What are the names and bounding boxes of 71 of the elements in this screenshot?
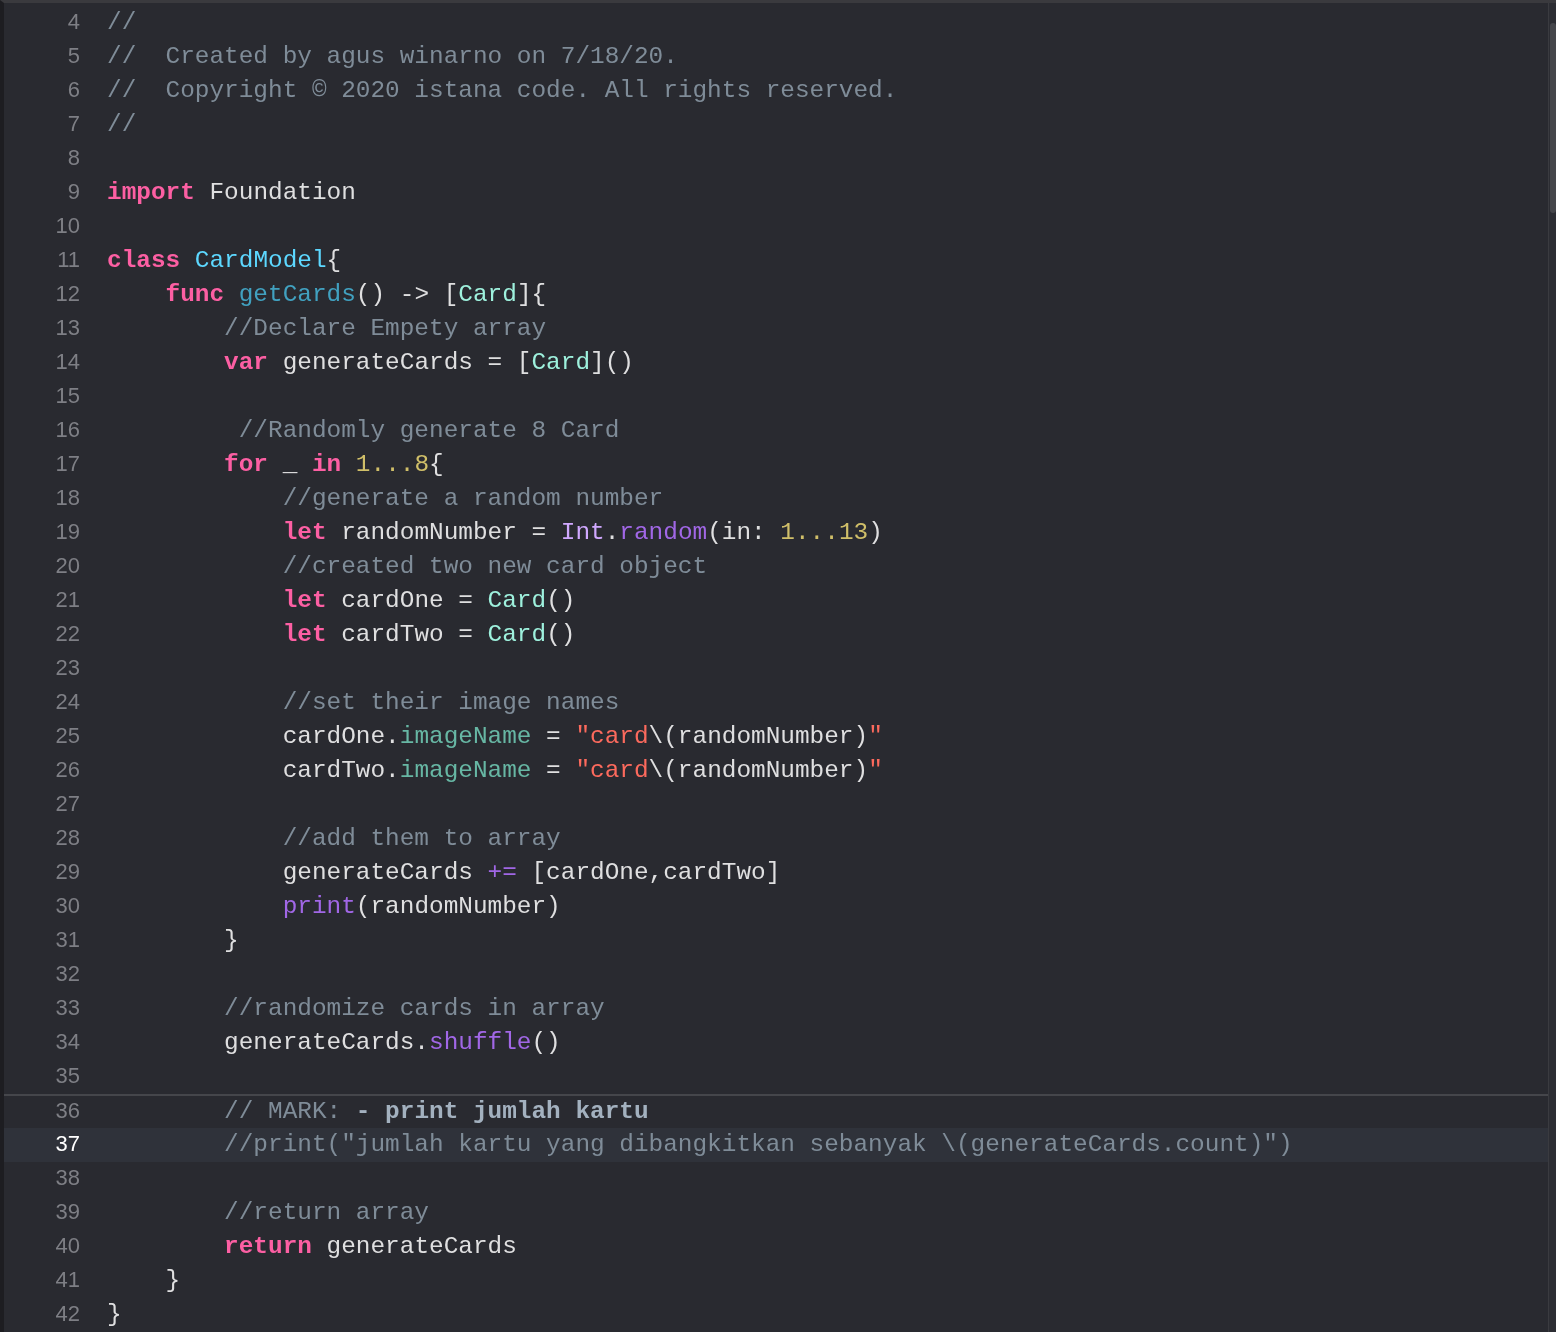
line-number: 24 [54, 691, 80, 715]
line-number: 36 [54, 1100, 80, 1124]
line-number: 26 [54, 759, 80, 783]
code-line: } [164, 1268, 181, 1294]
line-number: 30 [54, 895, 80, 919]
line-number: 7 [66, 113, 80, 137]
line-number: 11 [56, 249, 80, 273]
line-number: 28 [54, 827, 80, 851]
line-number: 5 [66, 45, 80, 69]
line-number: 38 [54, 1167, 80, 1191]
line-number: 14 [54, 351, 80, 375]
line-number: 8 [66, 147, 80, 171]
code-line: // Copyright © 2020 istana code. All rights reserved. [107, 78, 898, 104]
code-line: let randomNumber = Int.random(in: 1...13) [281, 520, 883, 546]
code-line: cardTwo.imageName = "card\(randomNumber)" [281, 758, 883, 784]
line-number: 42 [54, 1303, 80, 1327]
line-number: 34 [54, 1031, 80, 1055]
line-number: 25 [54, 725, 80, 749]
line-number: 39 [54, 1201, 80, 1225]
line-number: 27 [54, 793, 80, 817]
code-line: //set their image names [281, 690, 620, 716]
line-number: 31 [54, 929, 80, 953]
line-number: 23 [54, 657, 80, 681]
code-line: for _ in 1...8{ [223, 452, 444, 478]
code-line: var generateCards = [Card]() [223, 350, 634, 376]
code-line: // [107, 10, 137, 36]
code-line: generateCards.shuffle() [223, 1030, 561, 1056]
code-line: print(randomNumber) [281, 894, 561, 920]
scrollbar-thumb[interactable] [1550, 23, 1556, 213]
code-line: //randomize cards in array [223, 996, 605, 1022]
code-line: //return array [223, 1200, 429, 1226]
line-number: 35 [54, 1065, 80, 1089]
line-number: 19 [54, 521, 80, 545]
code-line: // MARK: - print jumlah kartu [223, 1099, 649, 1125]
line-number: 20 [54, 555, 80, 579]
line-number: 6 [66, 79, 80, 103]
line-number: 17 [54, 453, 80, 477]
line-number: 32 [54, 963, 80, 987]
line-number: 13 [54, 317, 80, 341]
code-line: class CardModel{ [107, 248, 342, 274]
code-line: //add them to array [281, 826, 561, 852]
line-number: 22 [54, 623, 80, 647]
line-number: 37 [54, 1133, 80, 1157]
code-line: } [107, 1302, 122, 1328]
line-number: 33 [54, 997, 80, 1021]
code-line: let cardTwo = Card() [281, 622, 576, 648]
line-number: 18 [54, 487, 80, 511]
code-line: //Randomly generate 8 Card [237, 418, 620, 444]
line-number: 12 [54, 283, 80, 307]
code-line: func getCards() -> [Card]{ [164, 282, 547, 308]
line-number: 21 [54, 589, 80, 613]
code-line: //Declare Empety array [223, 316, 547, 342]
code-line: let cardOne = Card() [281, 588, 576, 614]
code-line: cardOne.imageName = "card\(randomNumber)" [281, 724, 883, 750]
code-line: //created two new card object [281, 554, 708, 580]
line-number: 15 [54, 385, 80, 409]
line-number: 10 [54, 215, 80, 239]
line-number: 29 [54, 861, 80, 885]
code-line: } [223, 928, 239, 954]
line-number: 41 [54, 1269, 80, 1293]
line-number: 40 [54, 1235, 80, 1259]
line-number: 16 [54, 419, 80, 443]
code-line: generateCards += [cardOne,cardTwo] [281, 860, 781, 886]
code-line: //generate a random number [281, 486, 664, 512]
code-line: import Foundation [107, 180, 356, 206]
line-number: 9 [66, 181, 80, 205]
line-number: 4 [66, 11, 80, 35]
code-line: // Created by agus winarno on 7/18/20. [107, 44, 678, 70]
code-line: //print("jumlah kartu yang dibangkitkan sebanyak \(generateCards.count)") [223, 1132, 1293, 1158]
code-line: // [107, 112, 137, 138]
code-line: return generateCards [223, 1234, 517, 1260]
